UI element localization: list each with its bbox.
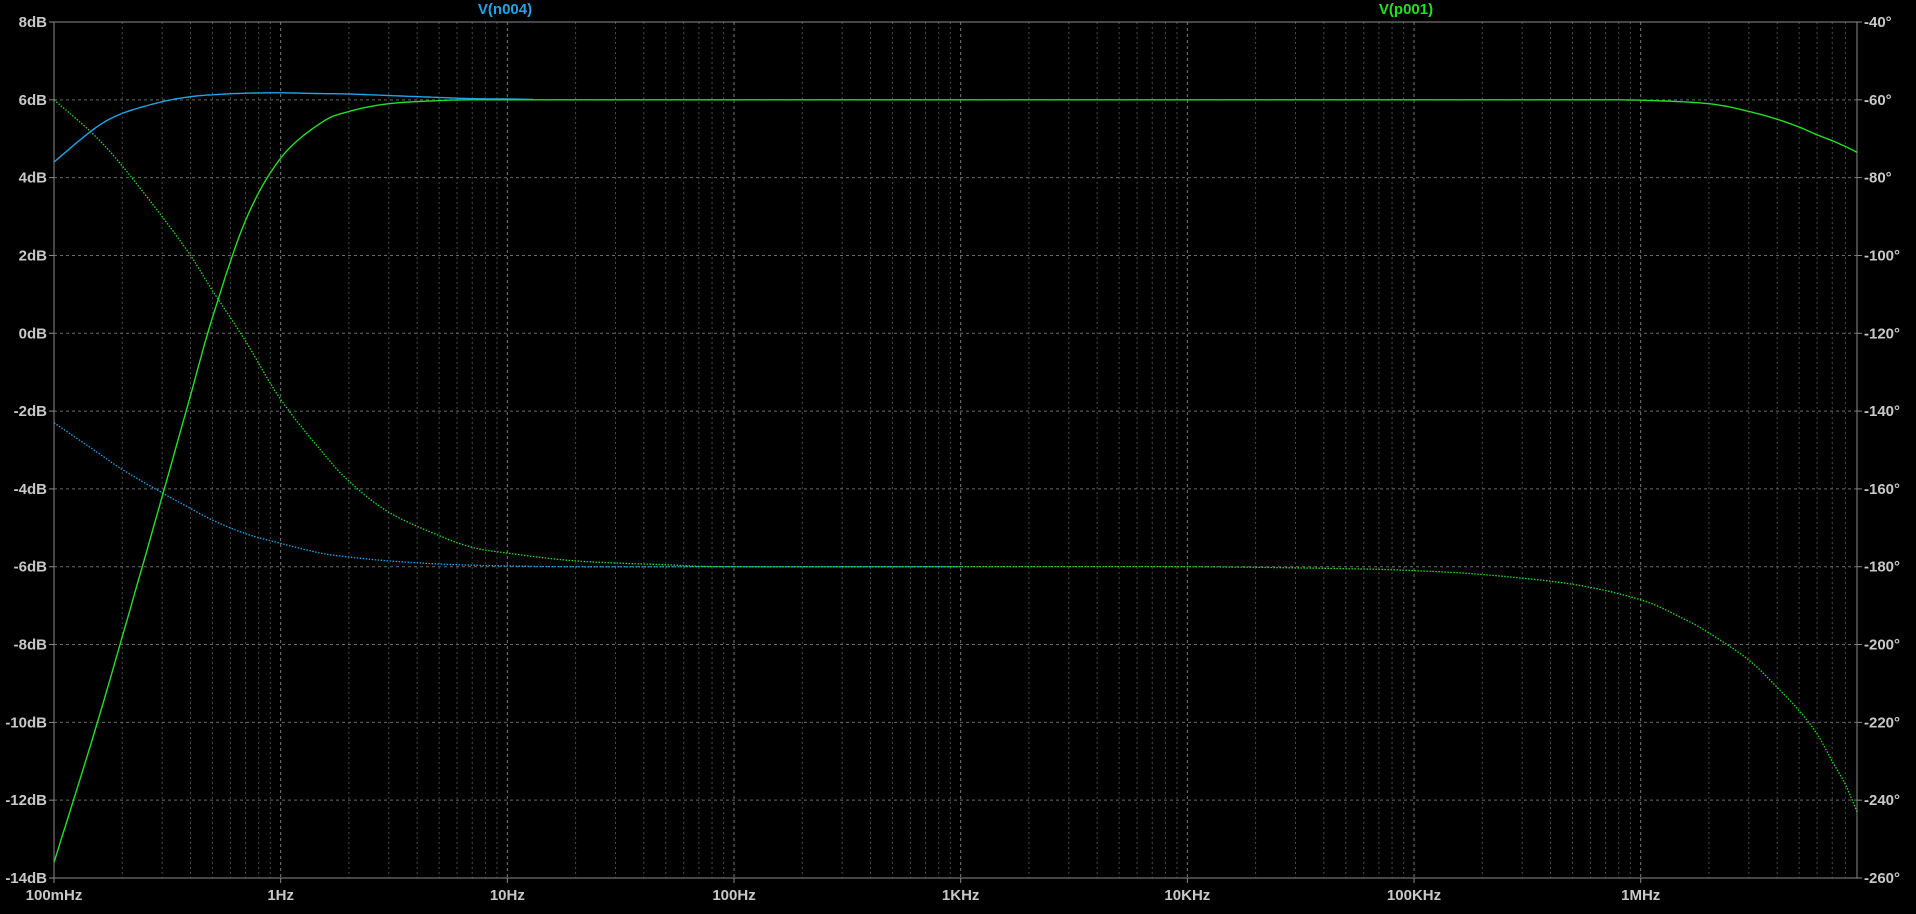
y-left-tick-label: 0dB: [19, 325, 48, 342]
y-left-tick-label: 8dB: [19, 14, 48, 31]
y-right-tick-label: -60°: [1864, 92, 1892, 109]
y-right-tick-label: -80°: [1864, 170, 1892, 187]
y-left-tick-label: -2dB: [14, 403, 48, 420]
y-right-tick-label: -220°: [1864, 714, 1900, 731]
y-right-tick-label: -160°: [1864, 481, 1900, 498]
y-right-tick-label: -180°: [1864, 559, 1900, 576]
y-left-tick-label: 6dB: [19, 92, 48, 109]
y-right-tick-label: -260°: [1864, 870, 1900, 887]
y-left-tick-label: 2dB: [19, 247, 48, 264]
y-right-tick-label: -200°: [1864, 637, 1900, 654]
y-left-tick-label: -14dB: [5, 870, 47, 887]
legend-v-n004[interactable]: V(n004): [478, 1, 532, 18]
x-tick-label: 10Hz: [490, 887, 525, 904]
bode-plot: 8dB 6dB 4dB 2dB 0dB -2dB -4dB -6dB -8dB -10dB -12d…: [0, 0, 1916, 909]
y-left-tick-label: -12dB: [5, 792, 47, 809]
y-left-tick-label: -4dB: [14, 481, 48, 498]
y-right-tick-label: -120°: [1864, 325, 1900, 342]
plot-background: [0, 0, 1916, 909]
x-tick-label: 100Hz: [712, 887, 755, 904]
x-tick-label: 10KHz: [1164, 887, 1210, 904]
x-tick-label: 1KHz: [942, 887, 980, 904]
y-right-tick-label: -40°: [1864, 14, 1892, 31]
y-left-tick-label: -10dB: [5, 714, 47, 731]
y-left-tick-label: -6dB: [14, 559, 48, 576]
y-left-tick-label: 4dB: [19, 170, 48, 187]
x-tick-label: 100KHz: [1387, 887, 1441, 904]
x-tick-label: 1Hz: [267, 887, 294, 904]
y-right-tick-label: -100°: [1864, 247, 1900, 264]
y-right-tick-label: -240°: [1864, 792, 1900, 809]
y-left-tick-label: -8dB: [14, 637, 48, 654]
x-tick-label: 100mHz: [26, 887, 83, 904]
legend-v-p001[interactable]: V(p001): [1379, 1, 1433, 18]
y-right-tick-label: -140°: [1864, 403, 1900, 420]
plot-canvas[interactable]: 8dB 6dB 4dB 2dB 0dB -2dB -4dB -6dB -8dB -10dB -12d…: [0, 0, 1916, 909]
x-tick-label: 1MHz: [1621, 887, 1660, 904]
